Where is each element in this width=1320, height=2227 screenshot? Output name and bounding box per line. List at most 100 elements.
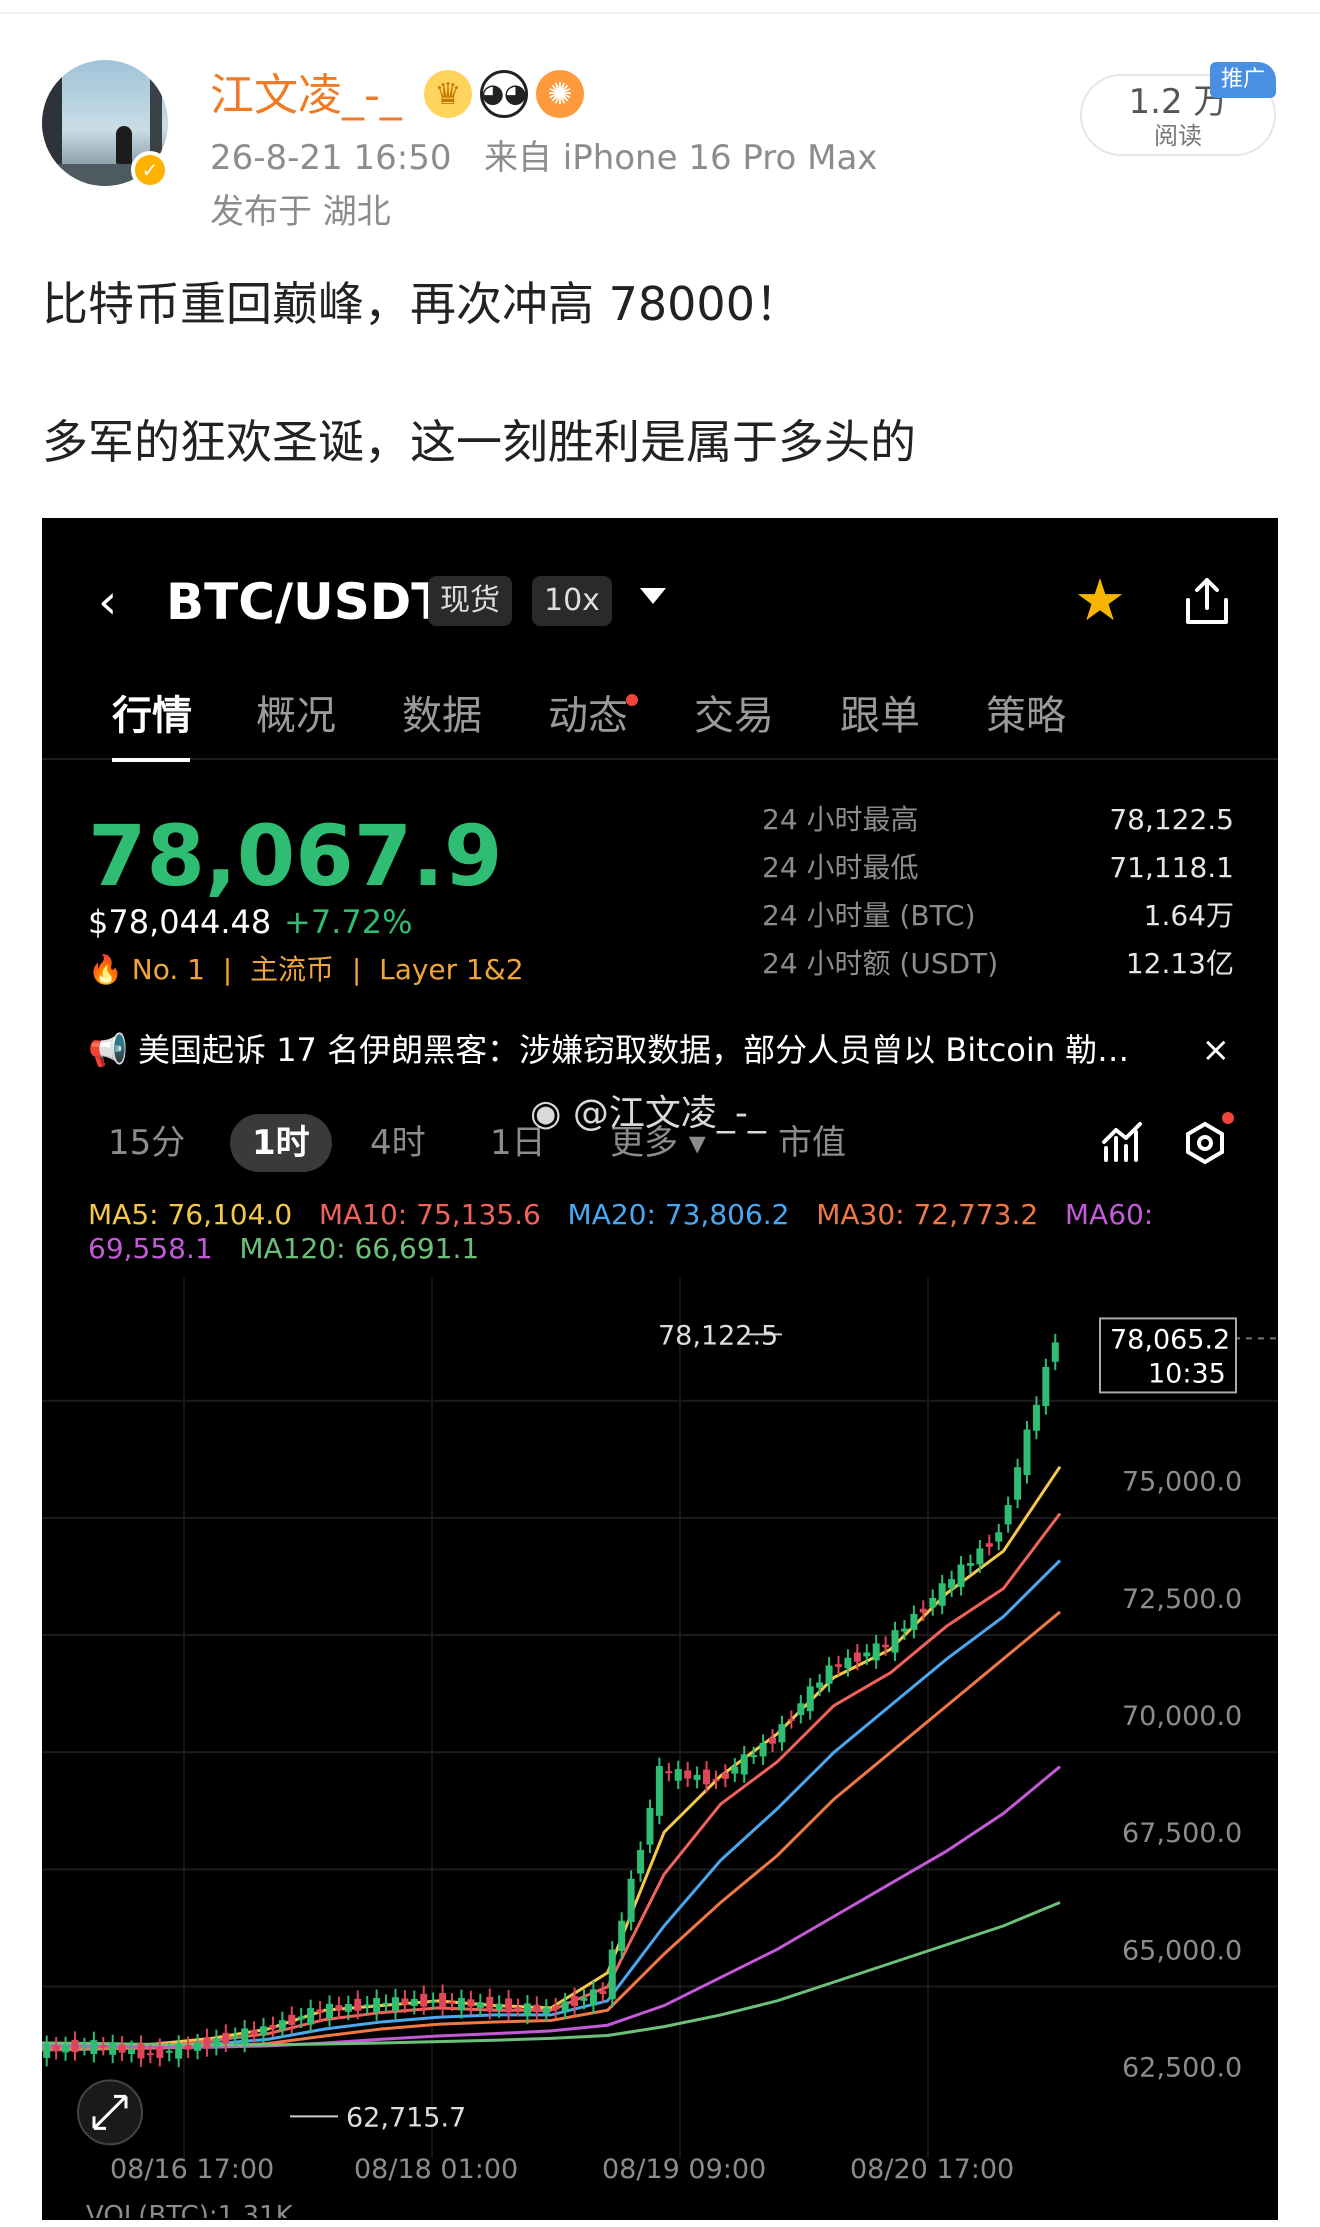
candle-body: [721, 1772, 729, 1779]
ma10-label: MA10: 75,135.6: [318, 1198, 541, 1231]
candle-body: [156, 2046, 164, 2059]
interval-market-cap[interactable]: 市值: [778, 1114, 846, 1172]
candle-body: [71, 2039, 79, 2053]
leverage-chip[interactable]: 10x: [532, 576, 612, 626]
candle-body: [825, 1665, 833, 1684]
stat-label: 24 小时量 (BTC): [762, 899, 976, 932]
candle-body: [618, 1920, 626, 1951]
candle-body: [995, 1532, 1003, 1542]
candle-body: [750, 1755, 758, 1758]
candle-body: [382, 2002, 390, 2005]
candle-body: [966, 1563, 974, 1566]
candle-body: [184, 2044, 192, 2050]
candle-body: [146, 2053, 154, 2056]
candle-body: [175, 2043, 183, 2059]
settings-icon[interactable]: [1182, 1120, 1228, 1166]
candle-body: [712, 1779, 720, 1782]
pair-title[interactable]: BTC/USDT: [166, 572, 445, 632]
ma-legend-row-2: 69,558.1 MA120: 66,691.1: [88, 1232, 479, 1266]
candle-body: [269, 2025, 277, 2029]
candle-body: [684, 1770, 692, 1779]
candle-body: [231, 2036, 239, 2039]
post-text-line-1: 比特币重回巅峰，再次冲高 78000！: [42, 277, 801, 331]
candle-body: [109, 2043, 117, 2055]
candle-body: [1023, 1429, 1031, 1476]
candle-body: [278, 2020, 286, 2030]
candle-body: [872, 1643, 880, 1661]
rank-label: No. 1: [131, 953, 205, 986]
candle-body: [316, 2009, 324, 2013]
ma60-value: 69,558.1: [88, 1232, 213, 1265]
candle-body: [165, 2050, 173, 2053]
candle-body: [655, 1766, 663, 1816]
candle-body: [363, 2004, 371, 2007]
high-price-label: 78,122.5: [658, 1320, 778, 1351]
candle-body: [533, 2004, 541, 2013]
tab-copy-trade[interactable]: 跟单: [840, 688, 920, 744]
candle-body: [787, 1718, 795, 1721]
chevron-down-icon[interactable]: [640, 588, 666, 604]
candle-body: [52, 2045, 60, 2052]
interval-1h[interactable]: 1时: [230, 1114, 332, 1172]
ma-line-ma60: [42, 1765, 1061, 2049]
share-icon[interactable]: [1180, 574, 1234, 628]
interval-15m[interactable]: 15分: [108, 1114, 185, 1172]
username[interactable]: 江文凌_-_: [210, 68, 402, 124]
star-icon[interactable]: ★: [1074, 566, 1126, 634]
reads-label: 阅读: [1154, 122, 1202, 150]
candle-body: [448, 2001, 456, 2004]
candle-body: [439, 1992, 447, 2007]
candle-body: [373, 1997, 381, 2013]
tab-feed[interactable]: 动态: [548, 688, 628, 744]
tab-trade[interactable]: 交易: [694, 688, 774, 744]
back-icon[interactable]: ‹: [98, 574, 117, 630]
ma120-label: MA120: 66,691.1: [239, 1232, 480, 1265]
close-icon[interactable]: ×: [1202, 1026, 1231, 1074]
candle-body: [1051, 1342, 1059, 1362]
candle-body: [891, 1630, 899, 1653]
interval-4h[interactable]: 4时: [370, 1114, 426, 1172]
notification-dot: [626, 694, 638, 706]
candle-body: [806, 1686, 814, 1712]
indicator-icon[interactable]: [1100, 1118, 1144, 1166]
candle-body: [250, 2029, 258, 2034]
post-image[interactable]: ‹ BTC/USDT 现货 10x ★ 行情 概况 数据 动态 交易 跟单 策略…: [42, 518, 1278, 2220]
spot-chip[interactable]: 现货: [428, 576, 512, 626]
post-timestamp: 26-8-21 16:50: [210, 138, 452, 178]
candle-body: [797, 1703, 805, 1716]
candle-body: [976, 1548, 984, 1565]
app-nav-bar: ‹ BTC/USDT 现货 10x ★: [42, 518, 1278, 668]
crown-icon[interactable]: ♛: [424, 70, 472, 118]
rank-row: 🔥 No. 1 | 主流币 | Layer 1&2: [88, 953, 524, 986]
news-ticker[interactable]: 📢 美国起诉 17 名伊朗黑客：涉嫌窃取数据，部分人员曾以 Bitcoin 勒…: [88, 1026, 1238, 1074]
pufferfish-icon[interactable]: ✺: [536, 70, 584, 118]
price-change: +7.72%: [284, 903, 413, 941]
candle-body: [410, 1999, 418, 2006]
candle-body: [759, 1742, 767, 1757]
stat-value: 12.13亿: [1125, 947, 1234, 980]
candle-body: [325, 2003, 333, 2019]
tab-overview[interactable]: 概况: [256, 688, 336, 744]
layer-label[interactable]: Layer 1&2: [379, 953, 523, 986]
tab-market[interactable]: 行情: [112, 688, 192, 744]
stat-label: 24 小时额 (USDT): [762, 947, 999, 980]
candle-body: [137, 2043, 145, 2059]
candle-body: [288, 2014, 296, 2025]
notification-dot: [1222, 1112, 1234, 1124]
candle-body: [985, 1543, 993, 1547]
news-text: 美国起诉 17 名伊朗黑客：涉嫌窃取数据，部分人员曾以 Bitcoin 勒…: [138, 1031, 1130, 1069]
panda-icon[interactable]: ◕◕: [480, 70, 528, 118]
candle-body: [222, 2032, 230, 2044]
tab-strategy[interactable]: 策略: [986, 688, 1066, 744]
tab-data[interactable]: 数据: [402, 688, 482, 744]
category-label[interactable]: 主流币: [250, 953, 334, 986]
price-chart[interactable]: 75,000.0 72,500.0 70,000.0 67,500.0 65,000.0…: [42, 1278, 1278, 2218]
candle-body: [674, 1769, 682, 1781]
candle-body: [99, 2045, 107, 2048]
weibo-post: ✓ 江文凌_-_ ♛ ◕◕ ✺ 26-8-21 16:50 来自 iPhone …: [0, 0, 1320, 2227]
candle-body: [816, 1682, 824, 1688]
x-tick-label: 08/20 17:00: [850, 2154, 1014, 2185]
candle-body: [344, 2004, 352, 2012]
candle-body: [580, 1997, 588, 2001]
ma30-label: MA30: 72,773.2: [816, 1198, 1039, 1231]
